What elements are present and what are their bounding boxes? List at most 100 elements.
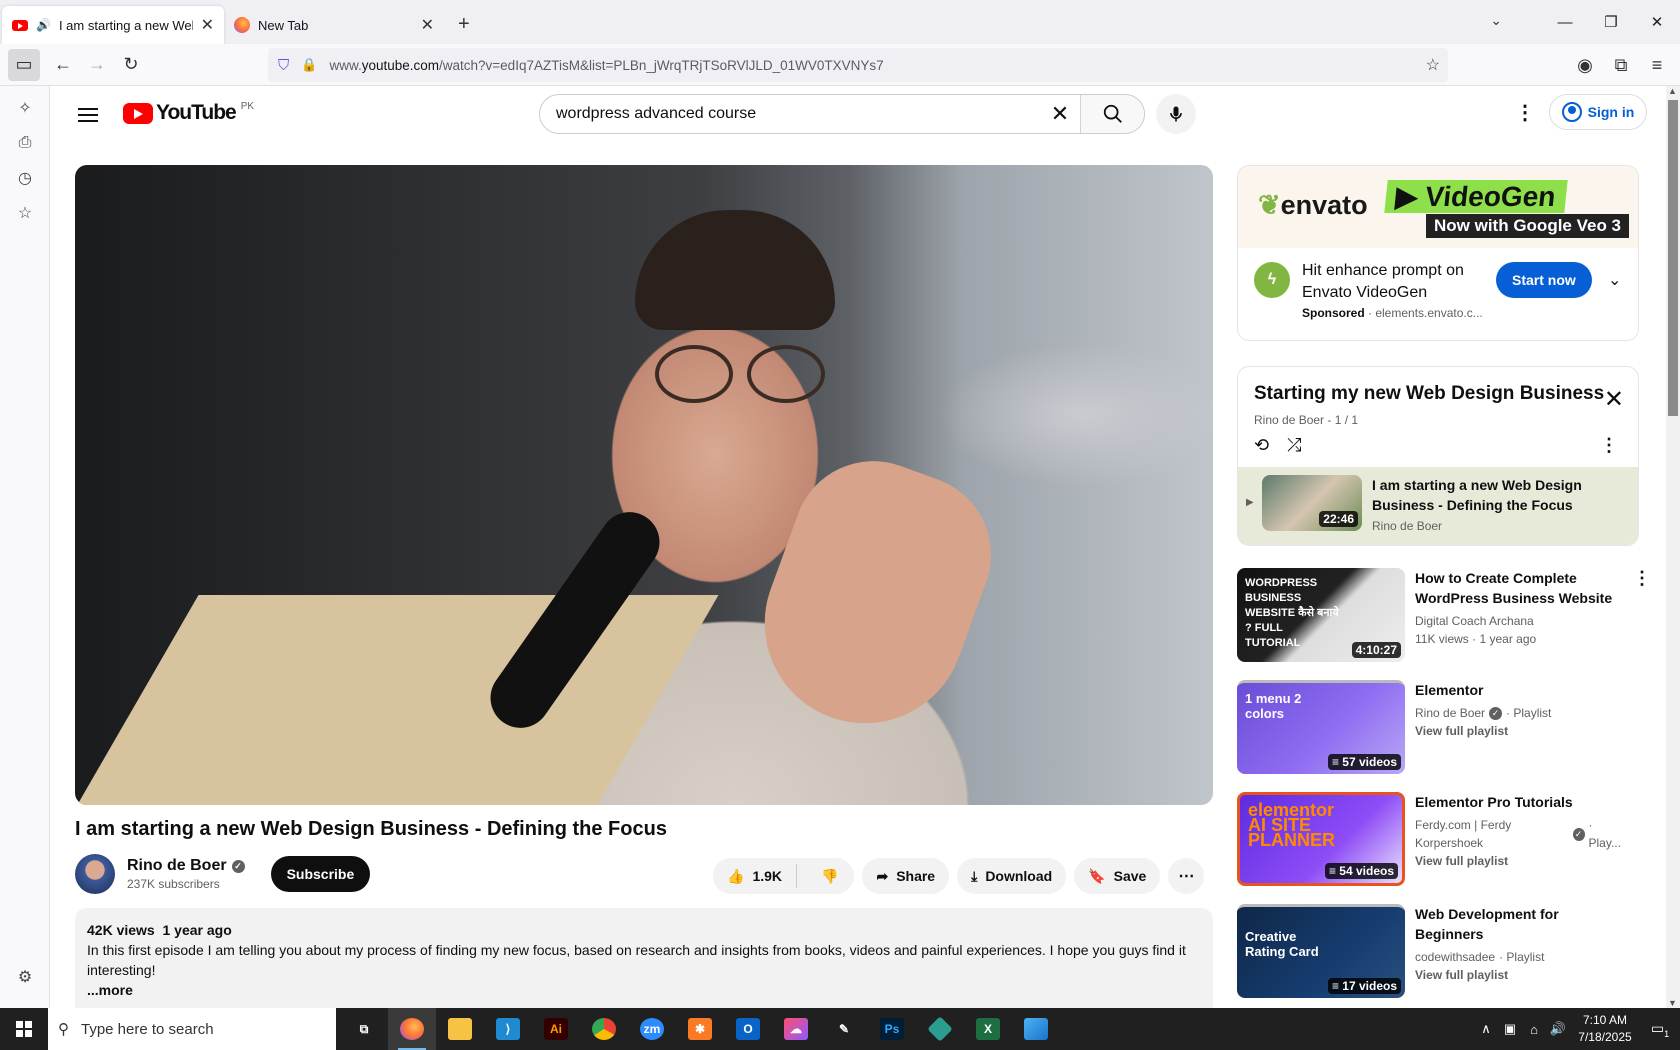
pen-tool-icon[interactable]: ✎ — [820, 1008, 868, 1050]
back-arrow-icon[interactable]: ← — [46, 49, 80, 81]
network-icon[interactable]: ⌂ — [1522, 1022, 1546, 1037]
subscribe-button[interactable]: Subscribe — [270, 856, 371, 892]
notifications-icon[interactable]: ▭1 — [1640, 1020, 1680, 1039]
bookmark-star-icon[interactable]: ☆ — [1426, 55, 1440, 75]
download-button[interactable]: ⤓ Download — [957, 858, 1067, 894]
youtube-logo[interactable]: YouTube PK — [123, 101, 254, 125]
customize-sidebar-gear-icon[interactable]: ⚙ — [0, 959, 50, 994]
chevron-down-icon[interactable]: ⌄ — [1608, 270, 1621, 290]
video-player[interactable] — [75, 165, 1213, 805]
clock[interactable]: 7:10 AM 7/18/2025 — [1570, 1012, 1640, 1046]
settings-more-icon[interactable]: ⋮ — [1515, 100, 1535, 125]
new-tab-plus-icon[interactable]: + — [458, 13, 470, 36]
search-button[interactable] — [1080, 95, 1144, 133]
maximize-icon[interactable]: ❐ — [1588, 13, 1634, 31]
menu-icon[interactable]: ≡ — [1640, 49, 1674, 81]
search-input[interactable]: wordpress advanced course — [540, 105, 1040, 123]
start-button[interactable] — [0, 1008, 48, 1050]
channel-name[interactable]: Rino de Boer — [127, 857, 227, 875]
dislike-button[interactable]: 👎 — [805, 868, 854, 885]
recommendation-thumbnail[interactable]: WORDPRESS BUSINESS WEBSITE कैसे बनाये ? … — [1237, 568, 1405, 662]
scroll-up-arrow-icon[interactable]: ▲ — [1668, 86, 1677, 96]
xampp-icon[interactable]: ✱ — [676, 1008, 724, 1050]
app-diamond-icon[interactable] — [916, 1008, 964, 1050]
close-tab-icon[interactable]: ✕ — [201, 15, 214, 35]
loop-icon[interactable]: ⟲ — [1254, 435, 1269, 456]
illustrator-icon[interactable]: Ai — [532, 1008, 580, 1050]
guide-menu-icon[interactable] — [78, 104, 98, 126]
recommendation-item[interactable]: 1 menu 2 colors ≡ 57 videos Elementor Ri… — [1237, 680, 1657, 775]
tray-app-icon[interactable]: ▣ — [1498, 1021, 1522, 1037]
description-box[interactable]: 42K views 1 year ago In this first episo… — [75, 908, 1213, 1008]
task-view-icon[interactable]: ⧉ — [340, 1008, 388, 1050]
show-more-link[interactable]: ...more — [87, 980, 1201, 1000]
more-actions-icon[interactable]: ⋯ — [1168, 858, 1205, 894]
channel-avatar[interactable] — [75, 854, 115, 894]
ad-banner[interactable]: ❦envato ▶ VideoGen Now with Google Veo 3 — [1238, 166, 1638, 248]
close-tab-icon[interactable]: ✕ — [421, 15, 434, 35]
sponsored-ad-card[interactable]: ❦envato ▶ VideoGen Now with Google Veo 3… — [1237, 165, 1639, 341]
recommendation-title[interactable]: Web Development for Beginners — [1415, 904, 1625, 944]
reload-icon[interactable]: ↻ — [114, 49, 148, 81]
like-button[interactable]: 👍 1.9K — [713, 864, 798, 888]
list-tabs-chevron-icon[interactable]: ⌄ — [1490, 12, 1502, 29]
taskbar-search-placeholder[interactable]: Type here to search — [81, 1021, 214, 1038]
account-icon[interactable]: ◉ — [1568, 49, 1602, 81]
sidebar-toggle-icon[interactable]: ▭ — [8, 48, 40, 81]
voice-search-button[interactable] — [1156, 94, 1196, 134]
file-explorer-icon[interactable] — [436, 1008, 484, 1050]
firefox-taskbar-icon[interactable] — [388, 1008, 436, 1050]
zoom-icon[interactable]: zm — [628, 1008, 676, 1050]
playlist-more-icon[interactable]: ⋮ — [1600, 435, 1618, 456]
outlook-icon[interactable]: O — [724, 1008, 772, 1050]
minimize-icon[interactable]: — — [1542, 14, 1588, 31]
tab-youtube[interactable]: 🔊 I am starting a new Web De ✕ — [2, 6, 224, 44]
close-playlist-icon[interactable]: ✕ — [1604, 385, 1624, 414]
ai-chatbot-icon[interactable]: ✧ — [0, 90, 50, 125]
view-full-playlist-link[interactable]: View full playlist — [1415, 854, 1625, 868]
vscode-icon[interactable]: ⟩ — [484, 1008, 532, 1050]
sign-in-button[interactable]: Sign in — [1549, 94, 1647, 130]
recommendation-more-icon[interactable]: ⋮ — [1633, 568, 1651, 589]
speaker-icon[interactable]: 🔊 — [36, 18, 51, 32]
url-text[interactable]: www.youtube.com/watch?v=edIq7AZTisM&list… — [329, 58, 883, 73]
page-scrollbar[interactable]: ▲ ▼ — [1666, 86, 1680, 1008]
share-button[interactable]: ➦ Share — [862, 858, 950, 894]
view-full-playlist-link[interactable]: View full playlist — [1415, 968, 1625, 982]
history-icon[interactable]: ◷ — [0, 160, 50, 195]
shuffle-icon[interactable]: ⤮ — [1287, 435, 1301, 456]
recommendation-item[interactable]: elementor AI SITE PLANNER ≡ 54 videos El… — [1237, 792, 1657, 887]
lock-icon[interactable]: 🔒 — [301, 57, 317, 73]
chrome-icon[interactable] — [580, 1008, 628, 1050]
recommendation-title[interactable]: How to Create Complete WordPress Busines… — [1415, 568, 1625, 608]
tab-new-tab[interactable]: New Tab ✕ — [224, 6, 444, 44]
playlist-item-title[interactable]: I am starting a new Web Design Business … — [1372, 475, 1602, 515]
ad-cta-button[interactable]: Start now — [1496, 262, 1592, 298]
playlist-title[interactable]: Starting my new Web Design Business — [1254, 383, 1604, 405]
recommendation-item[interactable]: Creative Rating Card ≡ 17 videos Web Dev… — [1237, 904, 1657, 999]
synced-tabs-icon[interactable]: ⎙ — [0, 125, 50, 160]
playlist-item-thumbnail[interactable]: 22:46 — [1262, 475, 1362, 531]
forward-arrow-icon[interactable]: → — [80, 49, 114, 81]
recommendation-thumbnail[interactable]: elementor AI SITE PLANNER ≡ 54 videos — [1237, 792, 1405, 886]
save-button[interactable]: 🔖 Save — [1074, 858, 1161, 894]
photos-icon[interactable] — [1012, 1008, 1060, 1050]
extensions-icon[interactable]: ⧉ — [1604, 49, 1638, 81]
photoshop-icon[interactable]: Ps — [868, 1008, 916, 1050]
clear-search-icon[interactable]: ✕ — [1040, 101, 1080, 127]
tray-chevron-up-icon[interactable]: ∧ — [1474, 1021, 1498, 1037]
bookmarks-icon[interactable]: ☆ — [0, 195, 50, 230]
taskbar-search[interactable]: ⚲ Type here to search — [48, 1008, 336, 1050]
recommendation-title[interactable]: Elementor Pro Tutorials — [1415, 792, 1625, 812]
recommendation-title[interactable]: Elementor — [1415, 680, 1625, 700]
playlist-current-item[interactable]: ▶ 22:46 I am starting a new Web Design B… — [1238, 467, 1638, 545]
scrollbar-thumb[interactable] — [1668, 100, 1678, 416]
scroll-down-arrow-icon[interactable]: ▼ — [1668, 998, 1677, 1008]
volume-icon[interactable]: 🔊 — [1546, 1021, 1570, 1037]
excel-icon[interactable]: X — [964, 1008, 1012, 1050]
creative-cloud-icon[interactable]: ☁ — [772, 1008, 820, 1050]
tracking-shield-icon[interactable]: ⛉ — [278, 57, 289, 74]
recommendation-thumbnail[interactable]: Creative Rating Card ≡ 17 videos — [1237, 904, 1405, 998]
view-full-playlist-link[interactable]: View full playlist — [1415, 724, 1625, 738]
recommendation-thumbnail[interactable]: 1 menu 2 colors ≡ 57 videos — [1237, 680, 1405, 774]
